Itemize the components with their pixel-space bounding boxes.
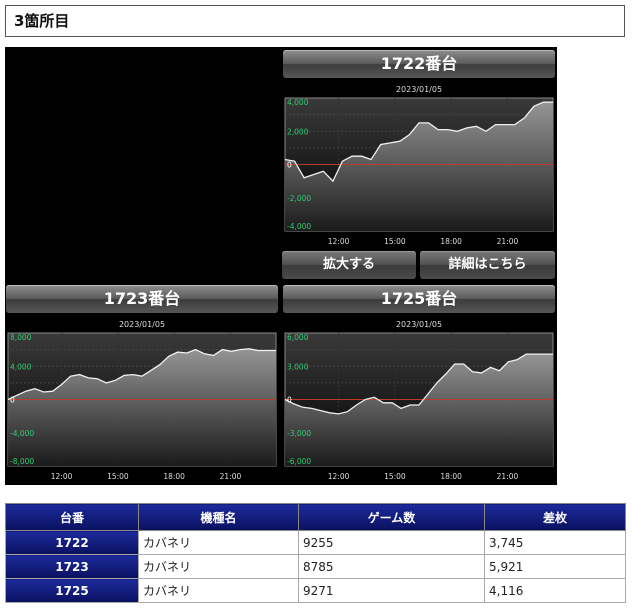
chart-header-1722: 1722番台 — [283, 50, 555, 78]
x-tick-label: 15:00 — [384, 472, 406, 481]
x-tick-label: 18:00 — [440, 472, 462, 481]
table-row: 1723 カバネリ 8785 5,921 — [5, 554, 626, 579]
y-tick-label: 0 — [10, 396, 15, 405]
game-count-cell: 9255 — [298, 530, 485, 555]
model-name-cell: カバネリ — [138, 554, 299, 579]
col-header-game-count: ゲーム数 — [298, 503, 485, 531]
x-tick-label: 21:00 — [497, 237, 519, 246]
y-tick-label: -8,000 — [10, 457, 34, 466]
x-tick-label: 21:00 — [220, 472, 242, 481]
col-header-machine-no: 台番 — [5, 503, 139, 531]
x-tick-label: 21:00 — [497, 472, 519, 481]
table-row: 1725 カバネリ 9271 4,116 — [5, 578, 626, 603]
machine-no-cell[interactable]: 1723 — [5, 554, 139, 579]
diff-cell: 4,116 — [484, 578, 626, 603]
y-tick-label: 4,000 — [287, 98, 309, 107]
diff-cell: 5,921 — [484, 554, 626, 579]
y-tick-label: 0 — [287, 161, 292, 170]
y-tick-label: 6,000 — [287, 333, 309, 342]
zoom-button[interactable]: 拡大する — [282, 251, 416, 279]
diff-cell: 3,745 — [484, 530, 626, 555]
col-header-diff: 差枚 — [484, 503, 626, 531]
game-count-cell: 9271 — [298, 578, 485, 603]
model-name-cell: カバネリ — [138, 530, 299, 555]
details-button[interactable]: 詳細はこちら — [420, 251, 555, 279]
chart-date-1723: 2023/01/05 — [118, 320, 166, 329]
y-tick-label: 2,000 — [287, 127, 309, 136]
x-tick-label: 18:00 — [163, 472, 185, 481]
chart-date-1722: 2023/01/05 — [395, 85, 443, 94]
chart-header-1723: 1723番台 — [6, 285, 278, 313]
y-tick-label: 8,000 — [10, 333, 32, 342]
y-tick-label: -3,000 — [287, 429, 311, 438]
results-table: 台番 機種名 ゲーム数 差枚 1722 カバネリ 9255 3,745 1723… — [5, 503, 626, 603]
chart-1725: 6,000 3,000 0 -3,000 -6,000 12:00 15:00 18:00 21… — [284, 332, 554, 481]
y-tick-label: 0 — [287, 396, 292, 405]
x-tick-label: 12:00 — [328, 237, 350, 246]
x-tick-label: 15:00 — [384, 237, 406, 246]
game-count-cell: 8785 — [298, 554, 485, 579]
chart-1722: 4,000 2,000 0 -2,000 -4,000 12:00 15:00 18:00 21… — [284, 97, 554, 246]
machine-no-cell[interactable]: 1722 — [5, 530, 139, 555]
x-tick-label: 12:00 — [328, 472, 350, 481]
machine-no-cell[interactable]: 1725 — [5, 578, 139, 603]
table-row: 1722 カバネリ 9255 3,745 — [5, 530, 626, 555]
y-tick-label: -2,000 — [287, 194, 311, 203]
y-tick-label: 4,000 — [10, 362, 32, 371]
y-tick-label: 3,000 — [287, 362, 309, 371]
table-header-row: 台番 機種名 ゲーム数 差枚 — [5, 503, 626, 531]
model-name-cell: カバネリ — [138, 578, 299, 603]
y-tick-label: -6,000 — [287, 457, 311, 466]
chart-header-1725: 1725番台 — [283, 285, 555, 313]
x-tick-label: 12:00 — [51, 472, 73, 481]
section-title: 3箇所目 — [5, 5, 625, 37]
graph-panel: 1722番台 2023/01/05 4,000 2,000 0 -2,000 -4,00… — [5, 47, 557, 485]
x-tick-label: 15:00 — [107, 472, 129, 481]
chart-1723: 8,000 4,000 0 -4,000 -8,000 12:00 15:00 18:00 21… — [7, 332, 277, 481]
chart-date-1725: 2023/01/05 — [395, 320, 443, 329]
y-tick-label: -4,000 — [287, 222, 311, 231]
x-tick-label: 18:00 — [440, 237, 462, 246]
col-header-model-name: 機種名 — [138, 503, 299, 531]
y-tick-label: -4,000 — [10, 429, 34, 438]
